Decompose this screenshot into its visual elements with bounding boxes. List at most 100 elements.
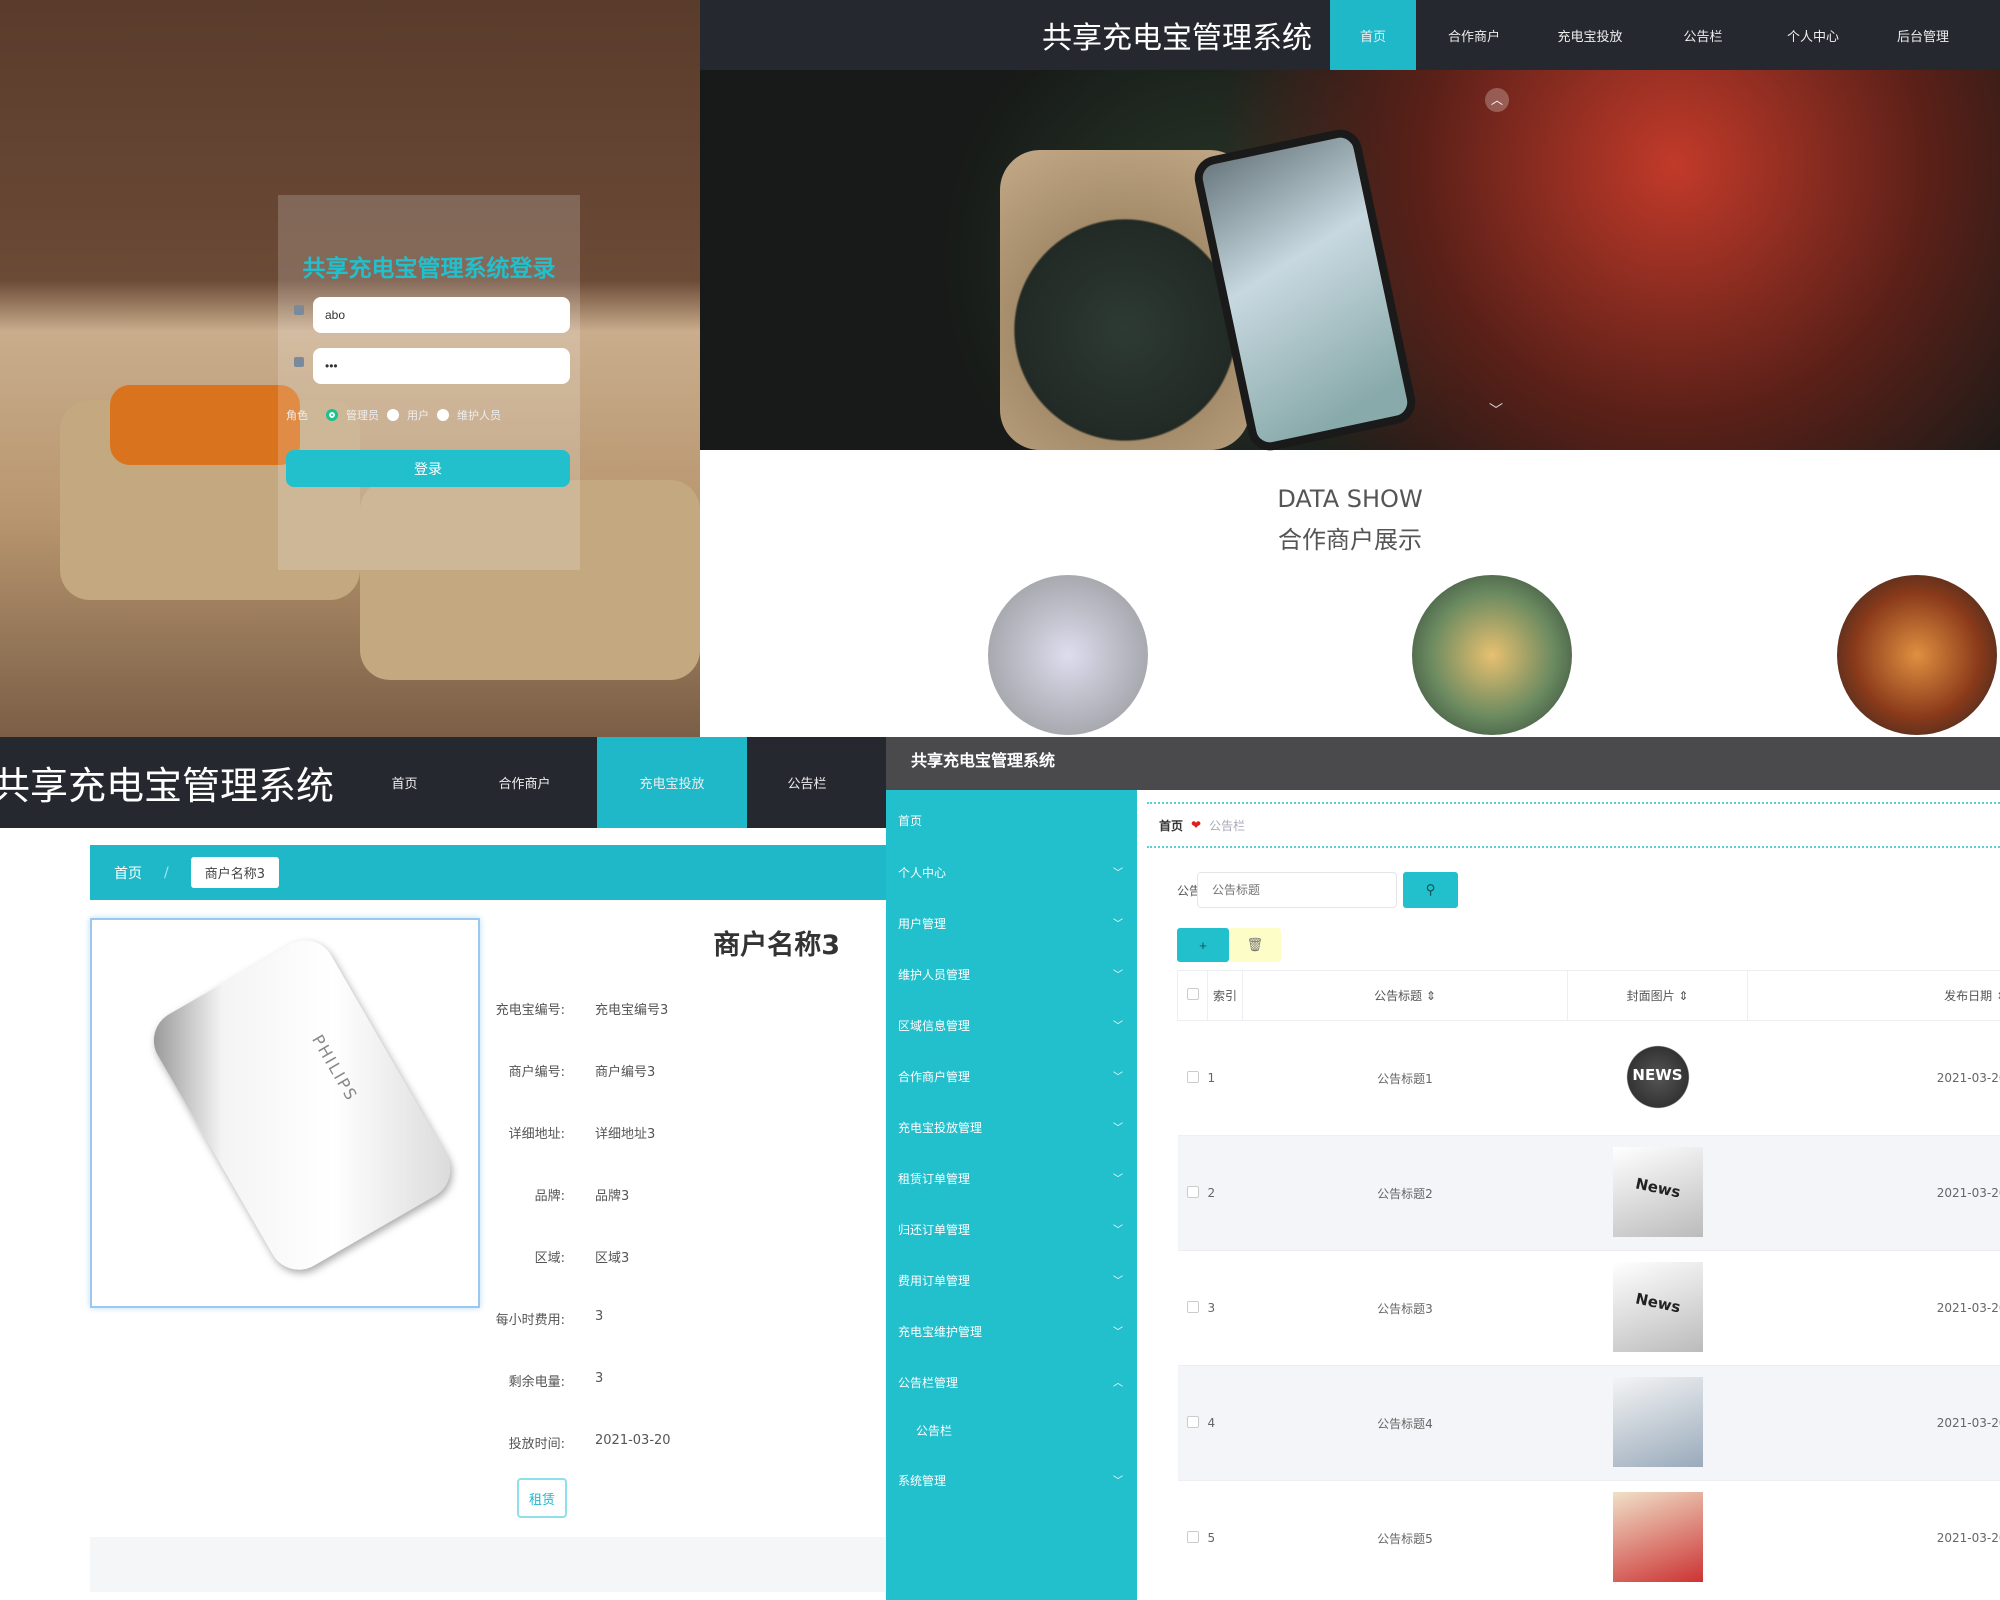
- detail-field: 每小时费用: 3: [480, 1309, 880, 1328]
- sidebar-item[interactable]: 公告栏管理 ︿: [898, 1374, 1123, 1391]
- sidebar-item-label: 区域信息管理: [898, 1019, 971, 1033]
- nav-notice[interactable]: 公告栏: [747, 737, 867, 828]
- sidebar-item[interactable]: 公告栏: [916, 1422, 1141, 1439]
- logo-text: PHILIPS: [308, 1031, 362, 1105]
- breadcrumb-current: 公告栏: [1209, 818, 1246, 833]
- search-input[interactable]: [1197, 872, 1397, 908]
- sidebar-item[interactable]: 归还订单管理 ﹀: [898, 1221, 1123, 1238]
- field-value: 区域3: [595, 1251, 630, 1266]
- sidebar-item-label: 维护人员管理: [898, 968, 971, 982]
- sidebar-item[interactable]: 首页: [898, 812, 1123, 829]
- row-cover: News: [1567, 1250, 1748, 1366]
- field-value: 3: [595, 1309, 604, 1324]
- column-header[interactable]: 发布日期 ⇕: [1747, 970, 2000, 1021]
- nav-powerbank[interactable]: 充电宝投放: [1532, 0, 1648, 70]
- column-header: 索引: [1207, 970, 1243, 1021]
- cover-image: [1612, 1376, 1703, 1467]
- nav-notice[interactable]: 公告栏: [1648, 0, 1758, 70]
- merchant-image[interactable]: [988, 575, 1148, 735]
- sidebar-item[interactable]: 系统管理 ﹀: [898, 1472, 1123, 1489]
- row-cover: NEWS: [1567, 1020, 1748, 1136]
- add-button[interactable]: +: [1177, 928, 1229, 962]
- row-checkbox[interactable]: [1186, 1070, 1199, 1083]
- table-row[interactable]: 2 公告标题2 News 2021-03-20: [1177, 1135, 2000, 1251]
- role-radio-maintainer[interactable]: [437, 409, 449, 421]
- field-value: 详细地址3: [595, 1127, 656, 1142]
- detail-field: 品牌: 品牌3: [480, 1185, 880, 1204]
- breadcrumb-separator: /: [164, 864, 169, 881]
- row-date: 2021-03-20: [1747, 1135, 2000, 1251]
- row-select[interactable]: [1177, 1020, 1208, 1136]
- row-checkbox[interactable]: [1186, 1415, 1199, 1428]
- row-checkbox[interactable]: [1186, 1530, 1199, 1543]
- notice-table: 索引 公告标题 ⇕ 封面图片 ⇕ 发布日期 ⇕ 1 公告标题1 NEWS 202…: [1177, 970, 2000, 1596]
- search-button[interactable]: ⚲: [1403, 872, 1458, 908]
- table-row[interactable]: 5 公告标题5 2021-03-20: [1177, 1480, 2000, 1596]
- column-header[interactable]: 封面图片 ⇕: [1567, 970, 1748, 1021]
- login-button[interactable]: 登录: [286, 450, 570, 487]
- section-title-cn: 合作商户展示: [1278, 526, 1422, 554]
- sidebar-item[interactable]: 合作商户管理 ﹀: [898, 1068, 1123, 1085]
- nav-admin[interactable]: 后台管理: [1868, 0, 1978, 70]
- breadcrumb-home[interactable]: 首页: [1159, 817, 1183, 834]
- password-input[interactable]: [313, 348, 570, 384]
- sidebar-item[interactable]: 租赁订单管理 ﹀: [898, 1170, 1123, 1187]
- row-title: 公告标题2: [1242, 1135, 1568, 1251]
- powerbank-detail-page: 共享充电宝管理系统 首页 合作商户 充电宝投放 公告栏 首页 / 商户名称3 P…: [0, 737, 886, 1600]
- detail-field: 投放时间: 2021-03-20: [480, 1433, 880, 1452]
- row-select[interactable]: [1177, 1250, 1208, 1366]
- role-radio-admin[interactable]: [326, 409, 338, 421]
- chevron-up-icon: ︿: [1113, 1378, 1123, 1389]
- sidebar-item[interactable]: 个人中心 ﹀: [898, 864, 1123, 881]
- sidebar-item[interactable]: 用户管理 ﹀: [898, 915, 1123, 932]
- sidebar-item-label: 充电宝投放管理: [898, 1121, 983, 1135]
- nav-profile[interactable]: 个人中心: [1758, 0, 1868, 70]
- chevron-down-icon: ﹀: [1113, 970, 1123, 981]
- sidebar-item[interactable]: 费用订单管理 ﹀: [898, 1272, 1123, 1289]
- sidebar-item[interactable]: 充电宝投放管理 ﹀: [898, 1119, 1123, 1136]
- table-row[interactable]: 1 公告标题1 NEWS 2021-03-20: [1177, 1020, 2000, 1136]
- row-select[interactable]: [1177, 1480, 1208, 1596]
- role-selector: 角色 管理员 用户 维护人员: [286, 407, 501, 423]
- row-select[interactable]: [1177, 1365, 1208, 1481]
- chevron-up-icon[interactable]: ︿: [1485, 88, 1509, 112]
- row-checkbox[interactable]: [1186, 1185, 1199, 1198]
- nav-powerbank[interactable]: 充电宝投放: [597, 737, 747, 828]
- brand-title: 共享充电宝管理系统: [0, 764, 335, 808]
- username-input[interactable]: [313, 297, 570, 333]
- chevron-down-icon: ﹀: [1113, 919, 1123, 930]
- sidebar-item[interactable]: 区域信息管理 ﹀: [898, 1017, 1123, 1034]
- merchant-image[interactable]: [1837, 575, 1997, 735]
- delete-button[interactable]: 🗑: [1229, 928, 1281, 962]
- row-checkbox[interactable]: [1186, 1300, 1199, 1313]
- field-value: 3: [595, 1371, 604, 1386]
- breadcrumb-home[interactable]: 首页: [114, 863, 142, 883]
- row-select[interactable]: [1177, 1135, 1208, 1251]
- role-radio-user[interactable]: [387, 409, 399, 421]
- sidebar-item[interactable]: 充电宝维护管理 ﹀: [898, 1323, 1123, 1340]
- chevron-down-icon[interactable]: ﹀: [1489, 400, 1503, 420]
- rent-button[interactable]: 租赁: [517, 1478, 567, 1518]
- merchant-image[interactable]: [1412, 575, 1572, 735]
- table-row[interactable]: 4 公告标题4 2021-03-20: [1177, 1365, 2000, 1481]
- row-cover: News: [1567, 1135, 1748, 1251]
- breadcrumb: 首页 / 商户名称3: [90, 845, 886, 900]
- banner-carousel[interactable]: ︿ ﹀: [700, 70, 2000, 455]
- sidebar-item[interactable]: 维护人员管理 ﹀: [898, 966, 1123, 983]
- cover-image: News: [1612, 1261, 1703, 1352]
- field-label: 区域:: [534, 1251, 565, 1266]
- row-cover: [1567, 1480, 1748, 1596]
- column-header[interactable]: 公告标题 ⇕: [1242, 970, 1568, 1021]
- nav-merchants[interactable]: 合作商户: [452, 737, 597, 828]
- table-row[interactable]: 3 公告标题3 News 2021-03-20: [1177, 1250, 2000, 1366]
- front-home-page: 共享充电宝管理系统 首页 合作商户 充电宝投放 公告栏 个人中心 后台管理 ︿ …: [700, 0, 2000, 737]
- nav-merchants[interactable]: 合作商户: [1416, 0, 1532, 70]
- nav-home[interactable]: 首页: [357, 737, 452, 828]
- field-label: 详细地址:: [508, 1127, 565, 1142]
- detail-field: 区域: 区域3: [480, 1247, 880, 1266]
- select-all-checkbox[interactable]: [1186, 988, 1199, 1000]
- nav-home[interactable]: 首页: [1330, 0, 1416, 70]
- select-all-header[interactable]: [1177, 970, 1208, 1021]
- breadcrumb-current: 商户名称3: [190, 857, 279, 888]
- sidebar-item-label: 系统管理: [898, 1474, 947, 1488]
